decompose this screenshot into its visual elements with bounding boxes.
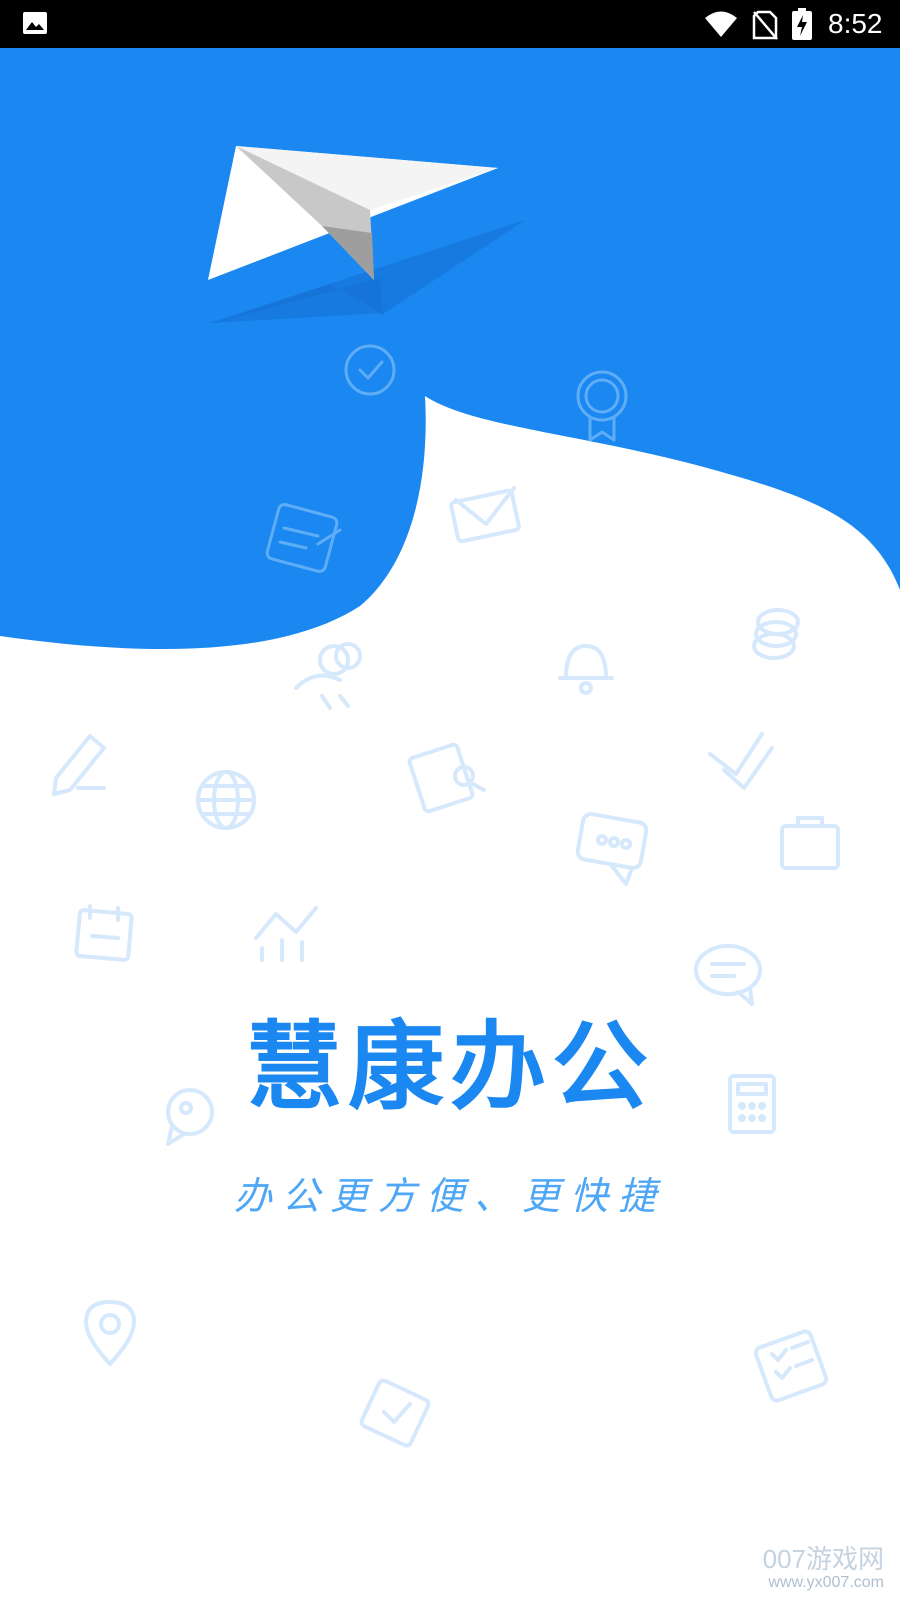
document-search-icon — [407, 742, 486, 814]
message-icon — [694, 944, 762, 1006]
splash-artwork — [0, 48, 900, 1448]
calendar-icon — [74, 904, 134, 962]
briefcase-icon — [780, 816, 840, 870]
watermark-name: 007游戏网 — [762, 1544, 884, 1574]
status-time: 8:52 — [828, 8, 883, 39]
watermark-url: www.yx007.com — [768, 1574, 884, 1591]
coins-icon — [752, 608, 800, 660]
app-name: 慧康办公 — [246, 1010, 654, 1123]
blue-wave — [0, 48, 900, 650]
wifi-icon — [705, 11, 737, 37]
globe-icon — [196, 770, 256, 830]
calendar-check-icon — [359, 1378, 431, 1448]
location-icon — [84, 1300, 136, 1366]
battery-charging-icon — [792, 8, 812, 40]
bell-icon — [558, 644, 614, 695]
app-slogan: 办公更方便、更快捷 — [233, 1174, 666, 1218]
checklist-icon — [753, 1329, 829, 1403]
pencil-icon — [52, 734, 106, 796]
gallery-icon — [23, 12, 47, 34]
chart-icon — [254, 906, 318, 962]
team-icon — [294, 642, 362, 710]
status-bar: 8:52 — [0, 0, 900, 48]
watermark: 007游戏网 www.yx007.com — [763, 1544, 884, 1592]
chat-bubble-icon — [575, 812, 649, 886]
checkmark-icon — [708, 732, 774, 790]
no-sim-icon — [752, 10, 778, 40]
envelope-icon — [449, 486, 521, 544]
